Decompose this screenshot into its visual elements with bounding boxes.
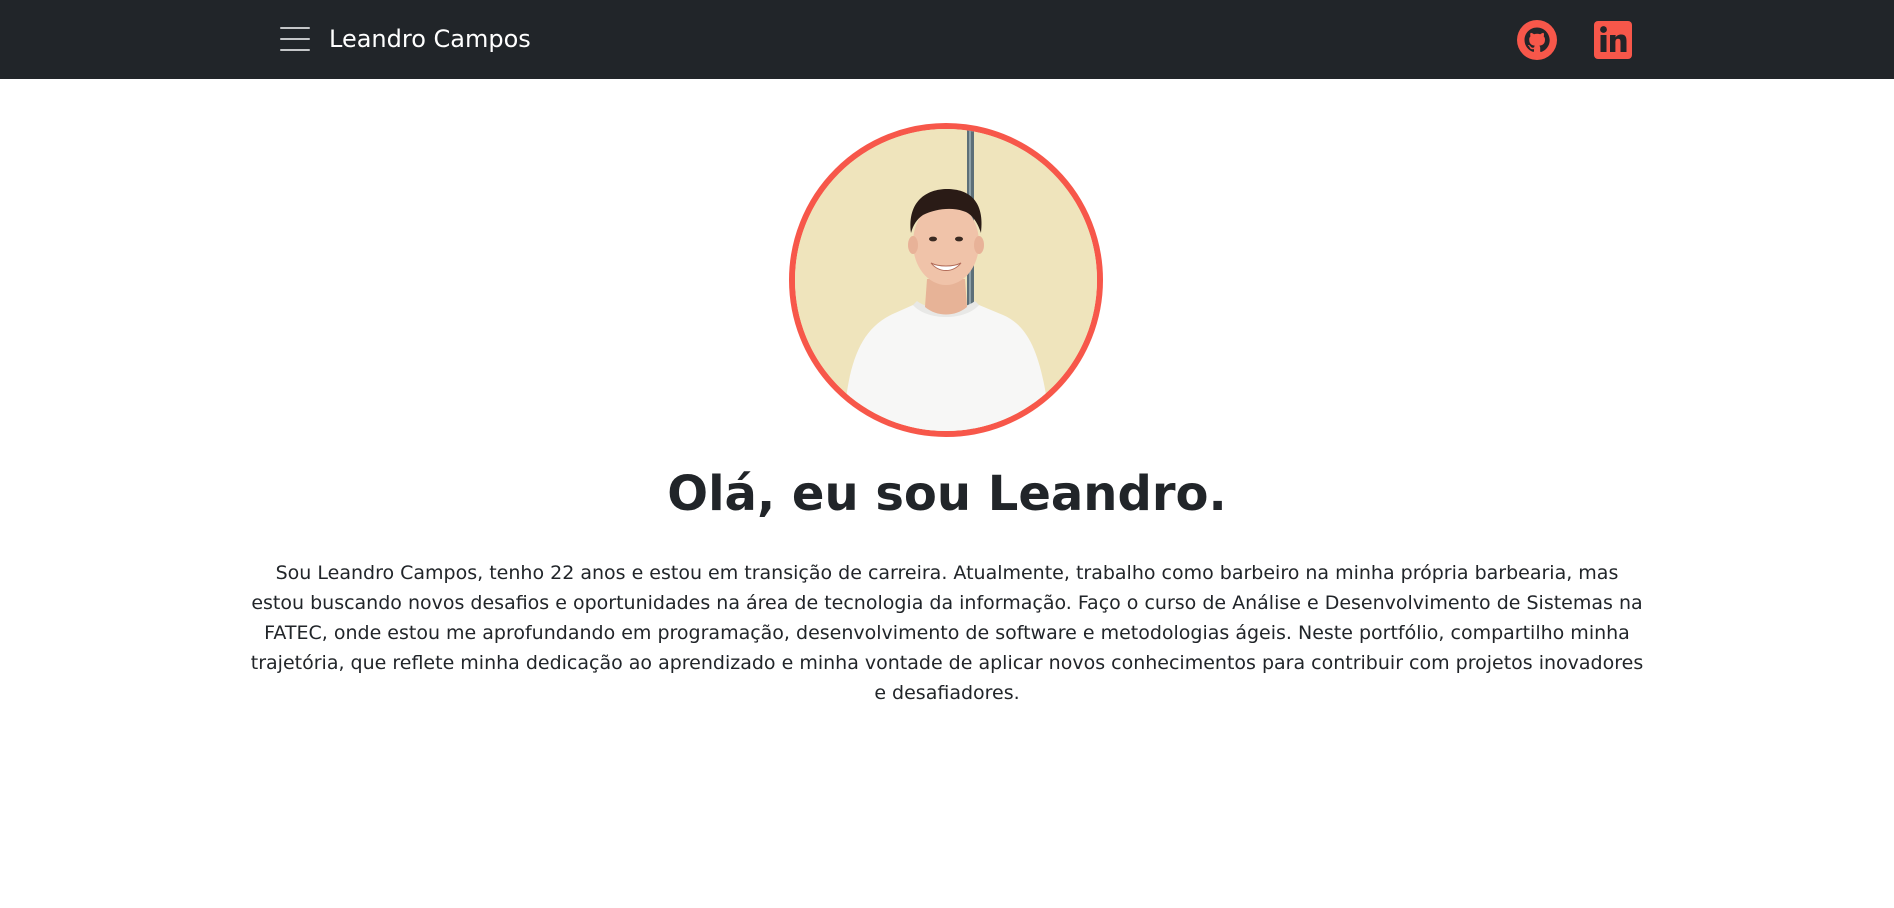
hamburger-line [280, 27, 310, 29]
github-icon [1517, 20, 1557, 60]
hamburger-line [280, 38, 310, 40]
hamburger-menu-icon[interactable] [278, 24, 312, 54]
linkedin-link[interactable] [1592, 19, 1634, 61]
github-link[interactable] [1516, 19, 1558, 61]
hamburger-line [280, 49, 310, 51]
profile-photo [789, 123, 1103, 437]
hero-title: Olá, eu sou Leandro. [667, 466, 1227, 522]
top-navbar: Leandro Campos [0, 0, 1894, 79]
profile-photo-illustration [795, 129, 1097, 431]
navbar-brand[interactable]: Leandro Campos [329, 22, 531, 56]
linkedin-icon [1594, 21, 1632, 59]
hero-description: Sou Leandro Campos, tenho 22 anos e esto… [250, 562, 1644, 704]
